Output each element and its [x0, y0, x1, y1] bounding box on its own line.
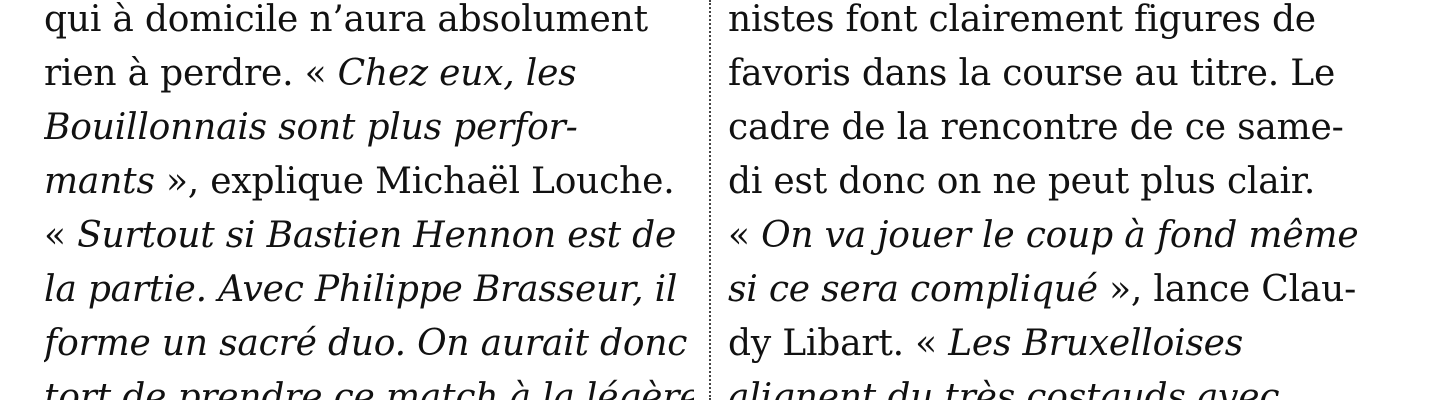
right-quote-segment: si ce sera compliqué — [728, 269, 1098, 310]
left-text-segment: », explique Michaël Louche. — [154, 161, 675, 202]
right-text-line: favoris dans la course au titre. Le — [728, 56, 1335, 92]
right-text-segment: nistes font clairement figures de — [728, 0, 1316, 40]
right-text-segment: dy Libart. « — [728, 323, 949, 364]
right-text-line: cadre de la rencontre de ce same- — [728, 110, 1344, 146]
column-divider — [709, 0, 711, 400]
right-quote-segment: Les Bruxelloises — [948, 323, 1244, 364]
right-text-line: nistes font clairement figures de — [728, 2, 1316, 38]
left-quote-segment: Bouillonnais sont plus perfor- — [44, 107, 578, 148]
left-quote-segment: mants — [44, 161, 155, 202]
right-text-line: di est donc on ne peut plus clair. — [728, 164, 1315, 200]
left-text-line: « Surtout si Bastien Hennon est de — [44, 218, 676, 254]
left-article-column: qui à domicile n’aura absolument rien à … — [44, 0, 694, 400]
right-text-segment: favoris dans la course au titre. Le — [728, 53, 1336, 94]
left-text-line: Bouillonnais sont plus perfor- — [44, 110, 578, 146]
right-text-segment: di est donc on ne peut plus clair. — [728, 161, 1316, 202]
left-quote-segment: forme un sacré duo. On aurait donc — [44, 323, 688, 364]
left-text-line: tort de prendre ce match à la légère. — [44, 380, 694, 400]
left-text-segment: qui à domicile n’aura absolument — [44, 0, 648, 40]
left-text-line: mants », explique Michaël Louche. — [44, 161, 675, 202]
left-text-segment: rien à perdre. « — [44, 53, 338, 94]
newspaper-page: qui à domicile n’aura absolument rien à … — [0, 0, 1440, 400]
left-text-line: qui à domicile n’aura absolument — [44, 2, 648, 38]
right-text-segment: cadre de la rencontre de ce same- — [728, 107, 1344, 148]
right-text-segment: », lance Clau- — [1097, 269, 1357, 310]
left-quote-segment: la partie. Avec Philippe Brasseur, il — [44, 269, 678, 310]
right-text-line: « On va jouer le coup à fond même — [728, 215, 1359, 256]
right-text-line: alignent du très costauds avec — [728, 377, 1280, 400]
right-article-column: nistes font clairement figures de favori… — [728, 0, 1408, 400]
left-quote-segment: tort de prendre ce match à la légère. — [44, 377, 694, 400]
right-text-line: si ce sera compliqué », lance Clau- — [728, 272, 1356, 308]
left-quote-segment: Surtout si Bastien Hennon est de — [77, 215, 677, 256]
left-quote-segment: Chez eux, les — [337, 53, 577, 94]
left-text-segment: « — [44, 215, 78, 256]
left-text-line: la partie. Avec Philippe Brasseur, il — [44, 272, 677, 308]
right-quote-segment: alignent du très costauds avec — [728, 377, 1280, 400]
right-text-line: dy Libart. « Les Bruxelloises — [728, 326, 1243, 362]
right-text-segment: « — [728, 215, 762, 256]
right-quote-segment: On va jouer le coup à fond même — [761, 215, 1359, 256]
left-text-line: forme un sacré duo. On aurait donc — [44, 326, 687, 362]
left-text-line: rien à perdre. « Chez eux, les — [44, 53, 577, 94]
